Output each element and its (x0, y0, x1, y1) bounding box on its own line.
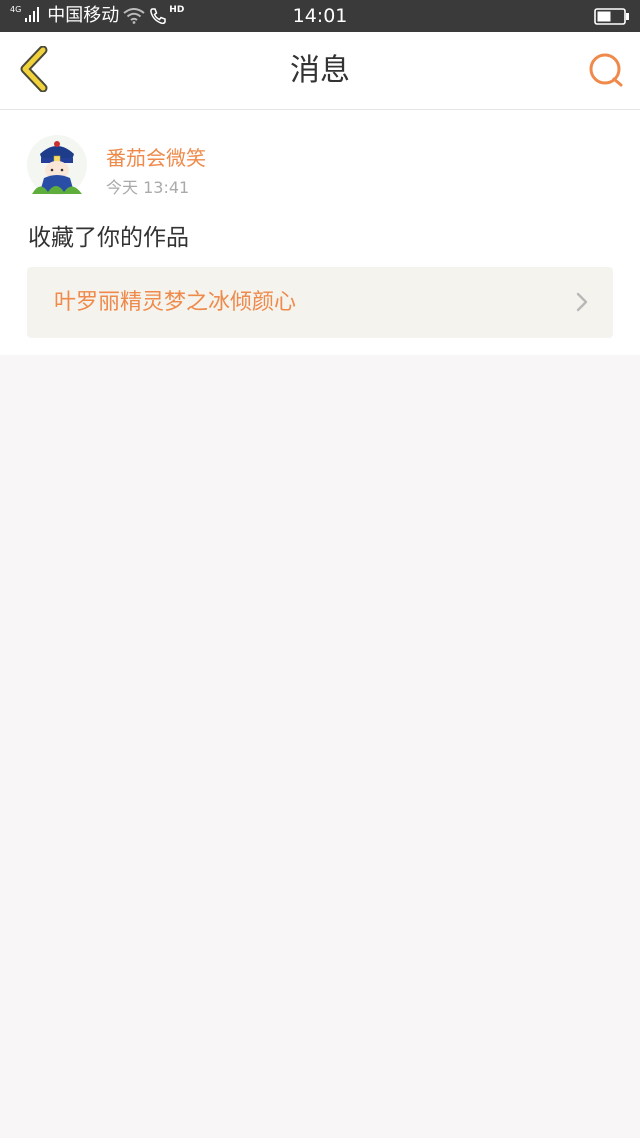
battery-icon (594, 8, 630, 29)
nav-bar: 消息 (0, 32, 640, 110)
message-card: 番茄会微笑 今天 13:41 收藏了你的作品 叶罗丽精灵梦之冰倾颜心 (0, 110, 640, 355)
user-name[interactable]: 番茄会微笑 (106, 142, 206, 171)
message-time: 今天 13:41 (106, 178, 190, 197)
chevron-right-icon (575, 291, 589, 317)
comment-button[interactable] (586, 52, 626, 92)
comment-icon (588, 52, 624, 92)
page-title: 消息 (290, 53, 350, 88)
avatar[interactable] (26, 134, 88, 196)
status-time: 14:01 (292, 5, 348, 27)
message-text: 收藏了你的作品 (28, 225, 189, 251)
work-title: 叶罗丽精灵梦之冰倾颜心 (54, 290, 297, 315)
work-link[interactable]: 叶罗丽精灵梦之冰倾颜心 (27, 267, 613, 338)
status-bar: 4G 中国移动 HD 14:01 (0, 0, 640, 32)
